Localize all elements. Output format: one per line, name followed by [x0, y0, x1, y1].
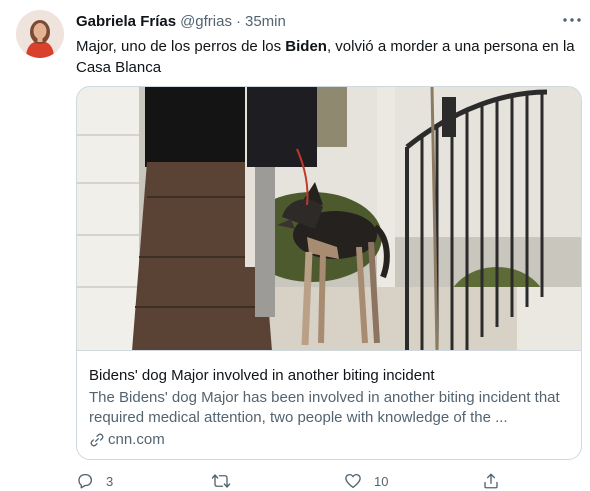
- card-domain: cnn.com: [89, 431, 575, 448]
- like-count: 10: [374, 473, 389, 489]
- more-icon[interactable]: [561, 12, 583, 28]
- reply-icon: [78, 473, 93, 489]
- card-image[interactable]: [77, 87, 581, 351]
- tweet-text-part: Major, uno de los perros de los: [76, 38, 286, 55]
- like-icon: [345, 473, 361, 489]
- like-button[interactable]: 10: [344, 472, 388, 490]
- tweet-text: Major, uno de los perros de los Biden, v…: [76, 36, 576, 78]
- reply-button[interactable]: 3: [76, 472, 113, 490]
- card-description: The Bidens' dog Major has been involved …: [89, 389, 560, 426]
- retweet-icon: [211, 474, 231, 488]
- share-icon: [484, 473, 498, 489]
- tweet[interactable]: Gabriela Frías @gfrias · 35min Major, un…: [0, 0, 590, 491]
- link-icon: [90, 433, 104, 446]
- card-title: Bidens' dog Major involved in another bi…: [89, 367, 435, 384]
- retweet-button[interactable]: [211, 472, 243, 490]
- avatar[interactable]: [16, 10, 64, 58]
- action-bar: 3 10: [76, 472, 516, 491]
- timestamp[interactable]: 35min: [245, 13, 286, 30]
- share-button[interactable]: [482, 472, 500, 490]
- link-card[interactable]: Bidens' dog Major involved in another bi…: [76, 86, 582, 460]
- tweet-header: Gabriela Frías @gfrias · 35min: [76, 11, 286, 31]
- card-body: Bidens' dog Major involved in another bi…: [89, 366, 575, 448]
- tweet-text-bold: Biden: [285, 38, 327, 55]
- separator: ·: [235, 12, 241, 30]
- reply-count: 3: [106, 473, 114, 489]
- author-handle[interactable]: @gfrias: [180, 13, 232, 30]
- author-name[interactable]: Gabriela Frías: [76, 13, 176, 30]
- card-domain-text: cnn.com: [108, 431, 165, 448]
